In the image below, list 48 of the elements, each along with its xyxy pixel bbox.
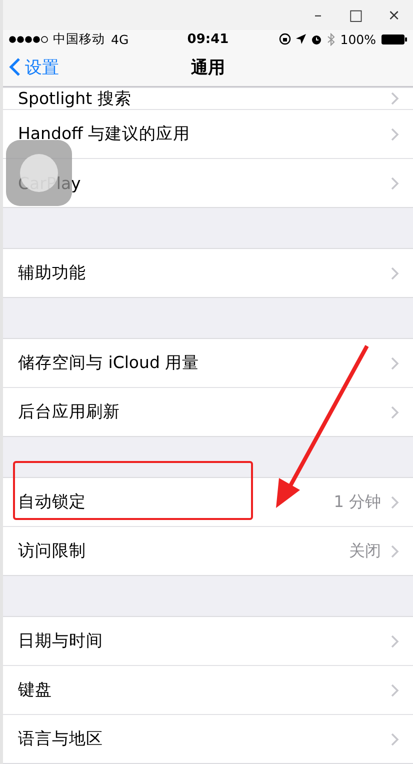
- chevron-icon: [391, 732, 399, 746]
- chevron-icon: [391, 496, 399, 508]
- row-label: 后台应用刷新: [18, 401, 121, 423]
- chevron-icon: [391, 356, 399, 370]
- chevron-icon: [391, 176, 399, 190]
- window-control-button[interactable]: –: [299, 0, 337, 30]
- row-value: 1 分钟: [334, 492, 381, 512]
- settings-row[interactable]: 自动锁定 1 分钟: [3, 478, 413, 526]
- row-value: 关闭: [349, 540, 381, 562]
- settings-row[interactable]: 日期与时间: [3, 617, 413, 665]
- row-label: Handoff 与建议的应用: [18, 123, 192, 145]
- network-text: 4G: [111, 32, 129, 47]
- row-label: 键盘: [18, 679, 53, 701]
- row-label: 日期与时间: [18, 630, 104, 652]
- settings-row[interactable]: 语言与地区: [3, 714, 413, 763]
- nav-title: 通用: [191, 56, 225, 79]
- battery-icon: [381, 34, 407, 45]
- carrier-text: 中国移动: [53, 30, 105, 48]
- row-label: 辅助功能: [18, 262, 87, 284]
- row-label: Spotlight 搜索: [18, 88, 132, 110]
- window-control-button[interactable]: ×: [375, 0, 413, 30]
- chevron-icon: [391, 684, 399, 696]
- settings-row[interactable]: 辅助功能: [3, 249, 413, 297]
- window-control-button[interactable]: □: [337, 0, 375, 30]
- chevron-icon: [391, 128, 399, 140]
- chevron-icon: [391, 406, 399, 418]
- chevron-icon: [391, 266, 399, 280]
- back-chevron-icon: [9, 57, 21, 78]
- settings-row[interactable]: 储存空间与 iCloud 用量: [3, 339, 413, 387]
- bluetooth-icon: [327, 32, 336, 46]
- row-label: 语言与地区: [18, 728, 104, 750]
- chevron-icon: [391, 92, 399, 105]
- row-label: 储存空间与 iCloud 用量: [18, 352, 200, 374]
- back-button[interactable]: 设置: [3, 56, 65, 79]
- chevron-icon: [391, 634, 399, 648]
- alarm-icon: [311, 34, 322, 45]
- location-arrow-icon: [296, 34, 306, 44]
- settings-row[interactable]: Spotlight 搜索: [3, 88, 413, 109]
- row-label: 访问限制: [18, 540, 87, 562]
- settings-row[interactable]: 后台应用刷新: [3, 387, 413, 436]
- time-text: 09:41: [187, 32, 229, 47]
- settings-row[interactable]: 访问限制 关闭: [3, 526, 413, 575]
- rotation-lock-icon: [279, 33, 292, 46]
- row-label: 自动锁定: [18, 491, 87, 513]
- chevron-icon: [391, 544, 399, 558]
- signal-icon: [9, 36, 49, 43]
- settings-row[interactable]: 键盘: [3, 665, 413, 714]
- battery-text: 100%: [340, 32, 376, 47]
